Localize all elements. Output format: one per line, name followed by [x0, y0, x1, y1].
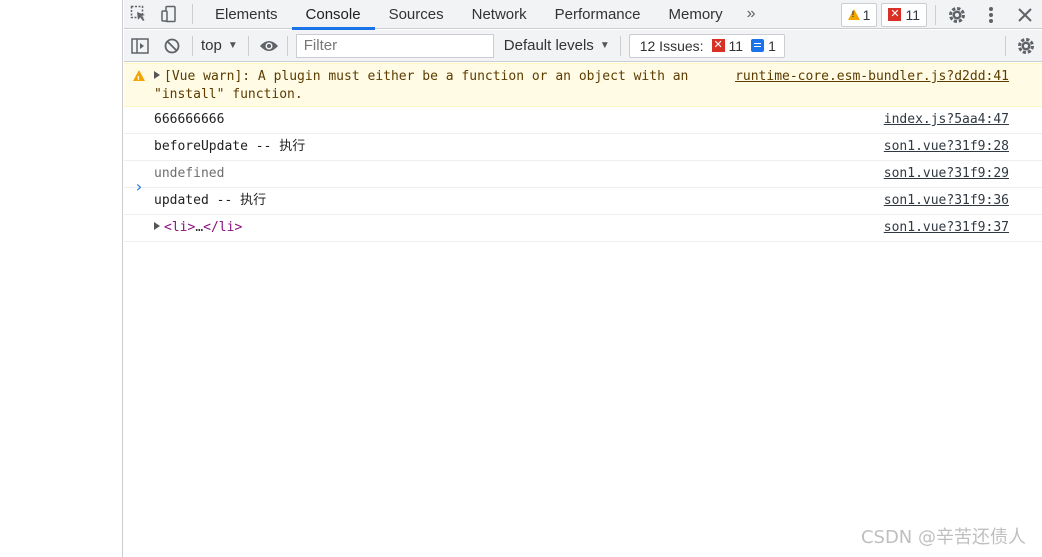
- warning-icon: [847, 9, 860, 20]
- console-message: beforeUpdate -- 执行 son1.vue?31f9:28: [124, 134, 1042, 161]
- console-message: updated -- 执行 son1.vue?31f9:36: [124, 188, 1042, 215]
- log-levels-dropdown[interactable]: Default levels ▼: [504, 37, 610, 54]
- clear-console-icon[interactable]: [156, 30, 188, 62]
- separator: [192, 35, 193, 56]
- live-expression-eye-icon[interactable]: [253, 30, 285, 62]
- watermark: CSDN @辛苦还债人: [860, 527, 1026, 548]
- devtools-tabbar: Elements Console Sources Network Perform…: [124, 0, 1042, 30]
- source-link[interactable]: index.js?5aa4:47: [884, 111, 1009, 129]
- separator: [1005, 36, 1006, 56]
- devtools-panel: Elements Console Sources Network Perform…: [124, 0, 1042, 557]
- settings-gear-icon[interactable]: [940, 0, 974, 29]
- context-label: top: [201, 37, 222, 54]
- tab-network[interactable]: Network: [458, 0, 541, 29]
- issues-button[interactable]: 12 Issues: ✕ 11 1: [628, 33, 785, 58]
- tab-performance[interactable]: Performance: [541, 0, 655, 29]
- issues-error-count: 11: [728, 37, 744, 54]
- error-icon: ✕: [888, 8, 902, 21]
- console-prompt[interactable]: ›: [134, 177, 144, 196]
- tab-memory[interactable]: Memory: [655, 0, 737, 29]
- console-messages: [Vue warn]: A plugin must either be a fu…: [124, 63, 1042, 242]
- warnings-counter[interactable]: 1: [840, 2, 878, 27]
- device-toolbar-icon[interactable]: [154, 0, 184, 29]
- element-close-tag: </li>: [203, 220, 243, 235]
- errors-count: 11: [905, 6, 920, 23]
- issues-label: 12 Issues:: [639, 37, 704, 54]
- console-message: undefined son1.vue?31f9:29: [124, 161, 1042, 188]
- separator: [286, 35, 288, 56]
- message-text: [Vue warn]: A plugin must either be a fu…: [154, 69, 689, 102]
- more-tabs-icon[interactable]: »: [737, 0, 766, 29]
- console-message-warning[interactable]: [Vue warn]: A plugin must either be a fu…: [124, 63, 1042, 107]
- message-text: updated -- 执行: [154, 193, 267, 208]
- expand-triangle-icon[interactable]: [154, 71, 160, 79]
- context-selector[interactable]: top ▼: [197, 37, 244, 54]
- message-text: beforeUpdate -- 执行: [154, 139, 306, 154]
- error-icon: ✕: [711, 39, 725, 52]
- tab-elements[interactable]: Elements: [201, 0, 292, 29]
- console-message-element[interactable]: <li>…</li> son1.vue?31f9:37: [124, 215, 1042, 242]
- expand-triangle-icon[interactable]: [154, 222, 160, 230]
- separator: [935, 4, 936, 25]
- message-icon: [751, 39, 765, 52]
- source-link[interactable]: son1.vue?31f9:28: [884, 138, 1009, 156]
- issues-message-count: 1: [768, 37, 776, 54]
- message-text: undefined: [154, 166, 225, 181]
- console-toolbar: top ▼ Default levels ▼ 12 Issues: ✕ 11 1: [124, 30, 1042, 62]
- log-levels-label: Default levels: [503, 37, 594, 54]
- separator: [619, 35, 621, 56]
- filter-input[interactable]: [295, 33, 494, 58]
- message-text: 666666666: [154, 112, 225, 127]
- source-link[interactable]: son1.vue?31f9:37: [884, 219, 1009, 237]
- close-icon[interactable]: [1008, 0, 1042, 29]
- tab-sources[interactable]: Sources: [375, 0, 458, 29]
- source-link[interactable]: runtime-core.esm-bundler.js?d2dd:41: [735, 68, 1009, 86]
- page-viewport: [0, 0, 123, 557]
- source-link[interactable]: son1.vue?31f9:36: [884, 192, 1009, 210]
- separator: [247, 35, 249, 56]
- console-settings-gear-icon[interactable]: [1010, 30, 1042, 62]
- warnings-count: 1: [862, 6, 871, 23]
- errors-counter[interactable]: ✕ 11: [881, 2, 927, 27]
- separator: [192, 4, 193, 24]
- tab-console[interactable]: Console: [291, 0, 375, 30]
- element-ellipsis: …: [195, 220, 204, 235]
- inspect-element-icon[interactable]: [124, 0, 154, 29]
- console-message: 666666666 index.js?5aa4:47: [124, 107, 1042, 134]
- dropdown-caret-icon: ▼: [227, 40, 238, 51]
- dropdown-caret-icon: ▼: [599, 40, 610, 51]
- show-sidebar-icon[interactable]: [124, 30, 156, 62]
- element-open-tag: <li>: [164, 220, 196, 235]
- more-options-icon[interactable]: [974, 0, 1008, 29]
- source-link[interactable]: son1.vue?31f9:29: [884, 165, 1009, 183]
- warning-icon: [133, 70, 145, 89]
